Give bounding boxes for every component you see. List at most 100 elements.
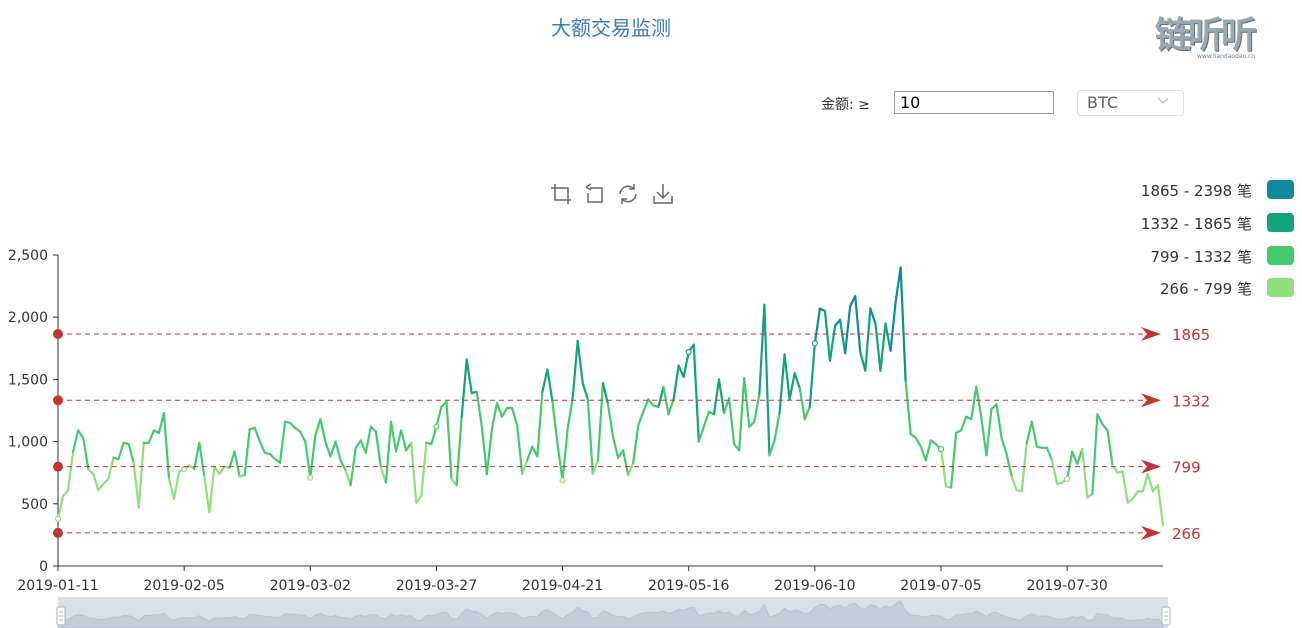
series-segment	[1010, 475, 1018, 492]
legend-label: 1332 - 1865 笔	[1140, 215, 1252, 233]
series-segment	[914, 436, 922, 448]
y-tick-label: 2,500	[8, 248, 48, 264]
series-segment	[960, 415, 968, 432]
series-segment	[92, 472, 100, 492]
series-segment	[803, 405, 811, 421]
line-chart: 0 500 1,000 1,500 2,000 2,500 2019-01-11 2019-0…	[8, 248, 1210, 628]
mark-line-start	[53, 395, 63, 406]
series-segment	[1101, 423, 1109, 432]
data-point	[937, 445, 945, 453]
mark-line-label: 799	[1172, 459, 1201, 477]
legend-swatch	[1267, 246, 1294, 265]
series-segment	[622, 449, 630, 477]
series-segment	[410, 441, 418, 504]
mark-line-start	[53, 461, 63, 472]
series-segment	[490, 401, 499, 431]
download-icon[interactable]	[651, 182, 675, 206]
series-segment	[985, 408, 993, 457]
series-segment	[632, 424, 640, 464]
series-segment	[828, 324, 837, 362]
series-segment	[854, 294, 862, 354]
series-segment	[354, 439, 362, 449]
series-segment	[384, 420, 393, 484]
series-segment	[500, 406, 509, 418]
x-tick-label: 2019-02-05	[143, 578, 224, 594]
series-segment	[304, 440, 312, 479]
series-segment	[672, 364, 680, 401]
series-segment	[970, 385, 978, 421]
series-segment	[162, 411, 171, 481]
series-segment	[586, 398, 594, 476]
series-segment	[975, 385, 983, 420]
y-tick-label: 1,000	[8, 435, 48, 451]
series-segment	[1121, 470, 1129, 504]
series-segment	[697, 425, 705, 443]
series-segment	[334, 440, 342, 462]
legend-item[interactable]: 266 - 799 笔	[1110, 276, 1298, 298]
series-segment	[657, 385, 665, 408]
zoom-icon[interactable]	[550, 182, 574, 206]
series-segment	[692, 343, 700, 443]
series-segment	[889, 301, 897, 352]
mark-line-arrow	[1141, 459, 1161, 474]
series-segment	[1066, 450, 1074, 481]
series-segment	[1146, 472, 1155, 493]
series-segment	[793, 372, 801, 390]
series-segment	[904, 380, 912, 436]
data-point	[685, 348, 692, 356]
series-segment	[61, 489, 70, 498]
y-tick-label: 0	[39, 559, 48, 575]
x-tick-label: 2019-05-16	[648, 578, 729, 594]
series-segment	[1005, 452, 1013, 478]
series-segment	[844, 304, 852, 355]
series-segment	[783, 353, 791, 401]
series-segment	[465, 358, 473, 395]
series-segment	[758, 303, 766, 396]
series-segment	[899, 266, 907, 383]
series-segment	[475, 390, 483, 428]
y-tick-label: 1,500	[8, 372, 48, 388]
series-segment	[813, 307, 821, 345]
data-point	[1064, 475, 1071, 483]
series-segment	[526, 445, 534, 462]
series-segment	[107, 456, 115, 481]
legend-swatch	[1267, 180, 1294, 199]
series-segment	[137, 441, 145, 509]
series-segment	[258, 440, 266, 454]
series-segment	[198, 441, 206, 478]
series-segment	[394, 429, 403, 453]
series-segment	[364, 425, 372, 454]
restore-icon[interactable]	[616, 182, 640, 206]
legend-item[interactable]: 1332 - 1865 笔	[1110, 211, 1298, 233]
y-tick-label: 500	[21, 497, 48, 513]
series-segment	[253, 426, 261, 443]
series-segment	[374, 430, 383, 469]
series-segment	[727, 396, 736, 446]
series-segment	[667, 398, 675, 416]
series-segment	[823, 309, 832, 362]
legend-item[interactable]: 1865 - 2398 笔	[1110, 178, 1298, 200]
zoom-reset-icon[interactable]	[583, 182, 607, 206]
data-point	[307, 474, 314, 481]
series-segment	[218, 465, 226, 476]
series-segment	[536, 390, 544, 458]
x-tick-label: 2019-07-05	[900, 578, 981, 594]
series-segment	[601, 382, 610, 406]
x-tick-label: 2019-06-10	[774, 578, 855, 594]
x-tick-label: 2019-07-30	[1026, 578, 1107, 594]
series-segment	[56, 495, 65, 520]
series-segment	[339, 459, 347, 472]
data-point	[54, 515, 62, 522]
legend-item[interactable]: 799 - 1332 笔	[1110, 244, 1298, 266]
series-segment	[541, 368, 549, 393]
legend-label: 266 - 799 笔	[1160, 280, 1252, 298]
series-segment	[82, 436, 90, 471]
x-tick-label: 2019-03-02	[270, 578, 351, 594]
data-point	[559, 477, 566, 484]
series-segment	[571, 339, 579, 400]
series-segment	[738, 377, 746, 452]
series-segment	[172, 470, 181, 500]
series-segment	[924, 439, 932, 462]
series-segment	[314, 418, 322, 437]
legend-swatch	[1267, 213, 1294, 232]
